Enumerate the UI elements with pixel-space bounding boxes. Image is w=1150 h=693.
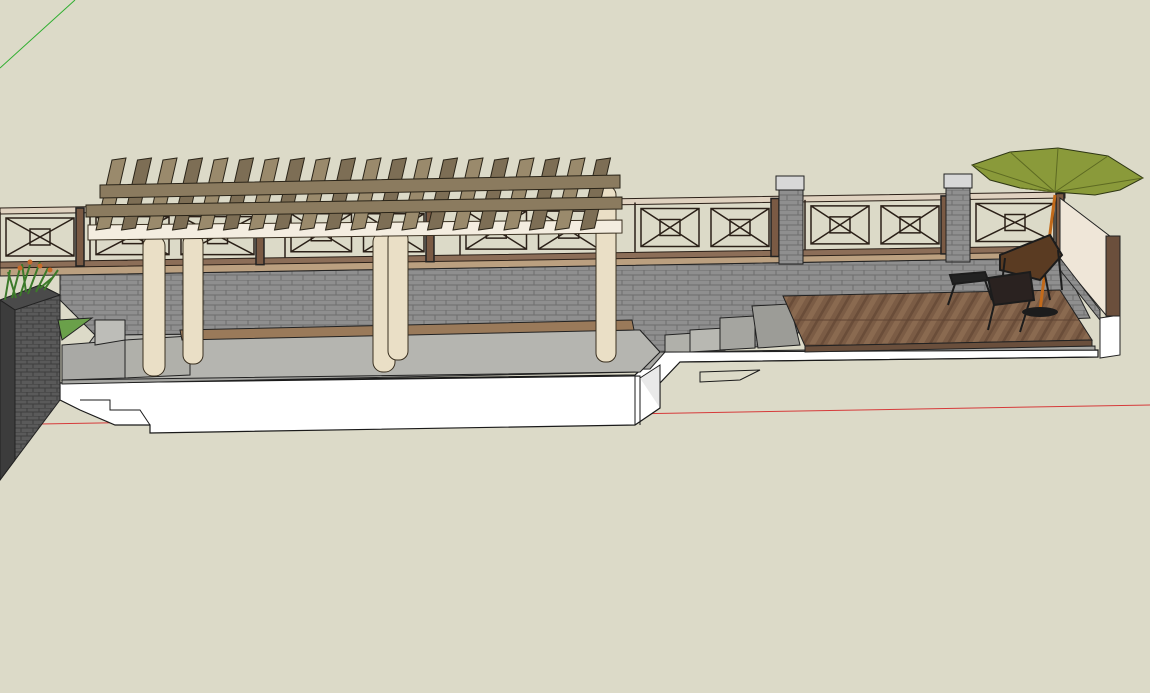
wood-deck	[782, 289, 1093, 353]
pergola-slat	[350, 157, 382, 231]
pergola-slat	[503, 157, 535, 231]
pergola-slat	[426, 157, 459, 231]
railing-post	[770, 197, 780, 258]
stone-pillar-1	[775, 175, 805, 265]
pergola-beams	[85, 157, 623, 231]
pergola-slat	[554, 157, 586, 231]
stone-pillar-2	[943, 173, 973, 263]
pergola-slat	[528, 157, 561, 231]
model-canvas[interactable]	[0, 0, 1150, 693]
railing-panel	[0, 210, 81, 262]
railing-panel	[634, 200, 776, 253]
pergola-slat	[477, 157, 510, 231]
railing-panel	[804, 197, 946, 250]
pergola-slat	[375, 157, 408, 231]
railing-post	[75, 207, 85, 267]
green-axis-line	[0, 0, 76, 69]
sketchup-viewport[interactable]	[0, 0, 1150, 693]
